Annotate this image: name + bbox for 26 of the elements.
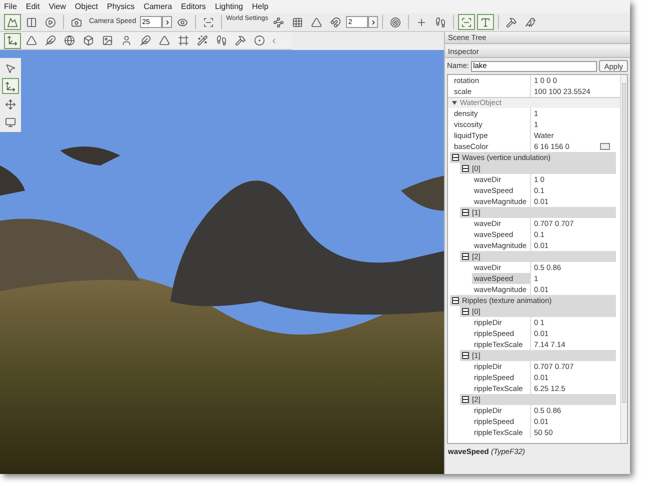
scrollbar[interactable]: [620, 75, 627, 443]
menu-item[interactable]: Editors: [181, 0, 206, 12]
arrow-right-icon: [164, 18, 171, 26]
spin-arrow-button[interactable]: [162, 16, 172, 28]
collapse-icon[interactable]: [462, 209, 469, 216]
chevron-left-icon: [270, 36, 278, 44]
menu-item[interactable]: Camera: [144, 0, 172, 12]
color-swatch-icon[interactable]: [600, 143, 610, 150]
triangle-down-icon: [452, 101, 457, 105]
select-frame-icon[interactable]: [458, 14, 476, 30]
text-icon[interactable]: [477, 14, 494, 30]
axes-icon[interactable]: [2, 78, 19, 94]
collapse-icon[interactable]: [462, 396, 469, 403]
menu-item[interactable]: Help: [252, 0, 268, 12]
terrain-icon[interactable]: [4, 14, 21, 30]
collapse-icon[interactable]: [462, 352, 469, 359]
axes-icon[interactable]: [4, 32, 21, 48]
menu-item[interactable]: Object: [74, 0, 98, 12]
arrow-right-icon: [370, 18, 377, 26]
menu-item[interactable]: File: [4, 0, 17, 12]
spin-arrow-button[interactable]: [368, 16, 378, 28]
menu-item[interactable]: View: [48, 0, 66, 12]
menu-item[interactable]: Physics: [107, 0, 135, 12]
collapse-icon[interactable]: [462, 253, 469, 260]
menu-item[interactable]: Lighting: [214, 0, 243, 12]
menu-item[interactable]: Edit: [26, 0, 40, 12]
